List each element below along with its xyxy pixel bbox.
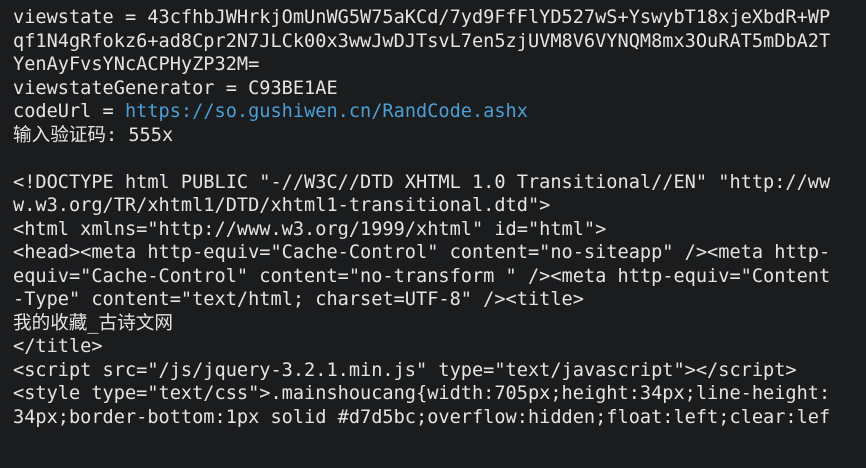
html-line: equiv="Cache-Control" content="no-transf… (13, 265, 831, 287)
html-line: <head><meta http-equiv="Cache-Control" c… (13, 242, 831, 263)
html-line: 我的收藏_古诗文网 (13, 312, 173, 334)
html-line: w.w3.org/TR/xhtml1/DTD/xhtml1-transition… (13, 195, 551, 216)
html-line: <html xmlns="http://www.w3.org/1999/xhtm… (13, 218, 607, 240)
html-line: </title> (13, 336, 103, 357)
viewstate-line: viewstate = 43cfhbJWHrkjOmUnWG5W75aKCd/7… (13, 7, 831, 28)
html-line: 34px;border-bottom:1px solid #d7d5bc;ove… (13, 406, 831, 428)
code-url-line: codeUrl = https://so.gushiwen.cn/RandCod… (13, 100, 866, 124)
viewstate-generator-line: viewstateGenerator = C93BE1AE (13, 77, 338, 99)
viewstate-line: qf1N4gRfokz6+ad8Cpr2N7JLCk00x3wwJwDJTsvL… (13, 30, 831, 52)
captcha-prompt-line: 输入验证码: 555x (13, 124, 174, 146)
code-url-label: codeUrl = (13, 101, 125, 122)
viewstate-line: YenAyFvsYNcACPHyZP32M= (13, 54, 260, 75)
terminal-output: viewstate = 43cfhbJWHrkjOmUnWG5W75aKCd/7… (0, 0, 866, 429)
html-line: <script src="/js/jquery-3.2.1.min.js" ty… (13, 359, 797, 381)
code-url-link[interactable]: https://so.gushiwen.cn/RandCode.ashx (125, 101, 528, 122)
html-line: -Type" content="text/html; charset=UTF-8… (13, 289, 584, 310)
html-line: <style type="text/css">.mainshoucang{wid… (13, 383, 831, 404)
html-line: <!DOCTYPE html PUBLIC "-//W3C//DTD XHTML… (13, 171, 831, 193)
